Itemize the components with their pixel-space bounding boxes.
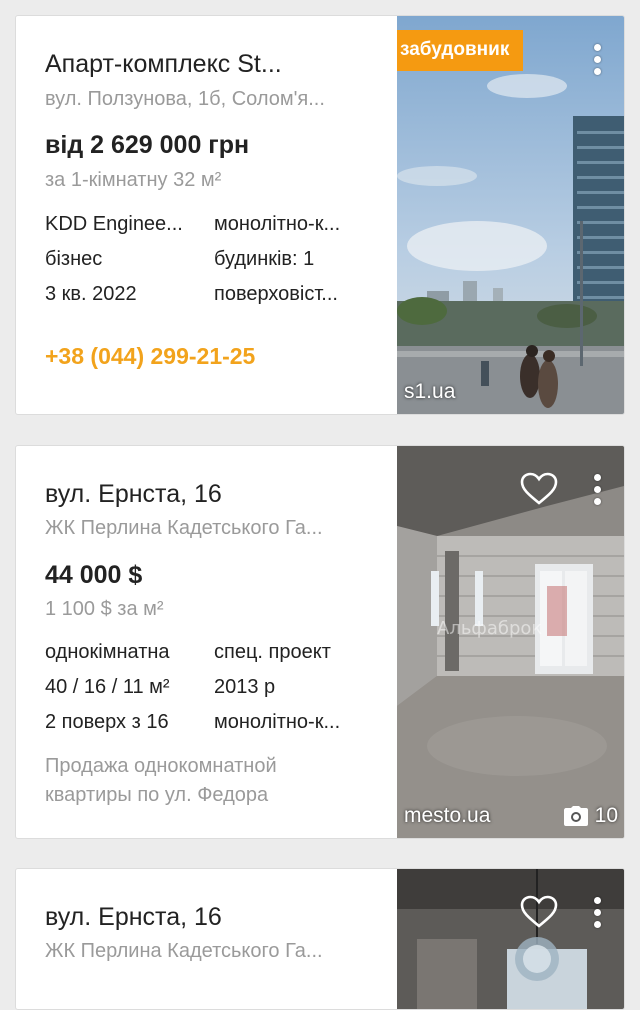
spec-area: 40 / 16 / 11 м²: [45, 676, 170, 698]
listing-card[interactable]: вул. Ернста, 16 ЖК Перлина Кадетського Г…: [15, 445, 625, 839]
more-vert-icon[interactable]: [592, 44, 602, 78]
spec-developer: KDD Enginee...: [45, 213, 183, 235]
listing-title[interactable]: вул. Ернста, 16: [45, 480, 375, 509]
photo-count[interactable]: 10: [563, 804, 618, 828]
listing-complex: ЖК Перлина Кадетського Га...: [45, 517, 323, 539]
listing-price: від 2 629 000 грн: [45, 131, 250, 159]
listing-card[interactable]: вул. Ернста, 16 ЖК Перлина Кадетського Г…: [15, 868, 625, 1010]
spec-floor: 2 поверх з 16: [45, 711, 169, 733]
photo-count-value: 10: [594, 804, 618, 827]
listing-card[interactable]: Апарт-комплекс St... вул. Ползунова, 1б,…: [15, 15, 625, 415]
price-per-unit: за 1-кімнатну 32 м²: [45, 169, 222, 191]
more-vert-icon[interactable]: [592, 897, 602, 931]
listing-description: Продажа однокомнатной квартиры по ул. Фе…: [45, 755, 277, 806]
spec-year: 2013 р: [214, 676, 276, 698]
svg-text:Альфаброк: Альфаброк: [437, 618, 542, 639]
listing-title[interactable]: вул. Ернста, 16: [45, 903, 375, 932]
spec-floors: поверховіст...: [214, 283, 338, 305]
listing-complex: ЖК Перлина Кадетського Га...: [45, 940, 323, 962]
more-vert-icon[interactable]: [592, 474, 602, 508]
listing-address: вул. Ползунова, 1б, Солом'я...: [45, 88, 325, 110]
listing-info[interactable]: вул. Ернста, 16 ЖК Перлина Кадетського Г…: [16, 446, 396, 838]
spec-rooms: однокімнатна: [45, 641, 170, 663]
listing-title[interactable]: Апарт-комплекс St...: [45, 50, 375, 79]
phone-link[interactable]: +38 (044) 299-21-25: [45, 343, 255, 370]
developer-badge: забудовник: [397, 30, 524, 71]
spec-buildings: будинків: 1: [214, 248, 315, 270]
source-label: mesto.ua: [404, 804, 491, 827]
source-label: s1.ua: [404, 380, 456, 403]
spec-wall-type: монолітно-к...: [214, 213, 341, 235]
heart-icon[interactable]: [520, 895, 558, 929]
interior-photo: [397, 869, 624, 1009]
spec-class: бізнес: [45, 248, 103, 270]
building-photo: [397, 16, 624, 414]
spec-project: спец. проект: [214, 641, 331, 663]
interior-photo: Альфаброк: [397, 446, 624, 838]
listing-photo[interactable]: [397, 869, 624, 1009]
listing-photo[interactable]: забудовник s1.ua: [397, 16, 624, 414]
listing-photo[interactable]: Альфаброк mesto.ua 10: [397, 446, 624, 838]
spec-completion: 3 кв. 2022: [45, 283, 137, 305]
spec-wall-type: монолітно-к...: [214, 711, 341, 733]
listing-price: 44 000 $: [45, 561, 143, 589]
camera-icon: [563, 806, 588, 826]
listing-info[interactable]: Апарт-комплекс St... вул. Ползунова, 1б,…: [16, 16, 396, 414]
heart-icon[interactable]: [520, 472, 558, 506]
listing-info[interactable]: вул. Ернста, 16 ЖК Перлина Кадетського Г…: [16, 869, 396, 1009]
price-per-unit: 1 100 $ за м²: [45, 598, 164, 620]
